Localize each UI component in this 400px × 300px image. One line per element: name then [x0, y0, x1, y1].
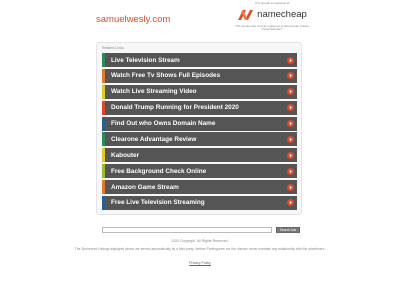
- related-links-title: Related Links: [102, 46, 124, 50]
- disclaimer-text: The Sponsored Listings displayed above a…: [74, 247, 326, 251]
- copyright-text: 2020 Copyright. All Rights Reserved.: [171, 239, 229, 243]
- related-link-label: Watch Free Tv Shows Full Episodes: [111, 72, 221, 80]
- search-button[interactable]: Search Ads: [276, 227, 300, 233]
- link-accent-bar: [102, 53, 105, 67]
- related-link-item[interactable]: Watch Live Streaming Video: [102, 84, 297, 99]
- related-link-item[interactable]: Amazon Game Stream: [102, 180, 297, 194]
- related-link-label: Find Out who Owns Domain Name: [111, 120, 216, 127]
- arrow-right-icon: [287, 135, 294, 143]
- link-accent-bar: [102, 68, 105, 83]
- registrar-note: This domain is registered at: [254, 1, 290, 5]
- arrow-right-icon: [287, 88, 294, 96]
- related-link-label: Amazon Game Stream: [111, 183, 179, 191]
- arrow-right-icon: [287, 104, 294, 112]
- arrow-right-icon: [287, 151, 294, 159]
- related-link-item[interactable]: Clearone Advantage Review: [102, 132, 297, 147]
- related-link-label: Clearone Advantage Review: [111, 135, 197, 143]
- related-link-label: Free Live Television Streaming: [111, 199, 205, 207]
- related-link-label: Watch Live Streaming Video: [111, 88, 197, 96]
- registrar-logo[interactable]: namecheap: [232, 7, 312, 23]
- arrow-right-icon: [287, 72, 294, 80]
- link-accent-bar: [102, 84, 105, 99]
- arrow-right-icon: [287, 199, 294, 207]
- registrar-description: This domain was recently registered at N…: [235, 23, 309, 31]
- related-link-item[interactable]: Live Television Stream: [102, 53, 297, 67]
- link-accent-bar: [102, 180, 105, 194]
- related-link-label: Kabouter: [111, 151, 140, 159]
- search-bar: Search Ads: [102, 227, 300, 233]
- arrow-right-icon: [287, 120, 294, 127]
- registrar-box: This domain is registered at namecheap T…: [232, 1, 312, 32]
- arrow-right-icon: [287, 56, 294, 64]
- link-accent-bar: [102, 195, 105, 210]
- privacy-policy-link[interactable]: Privacy Policy: [0, 261, 400, 265]
- namecheap-logo-icon: [238, 9, 254, 20]
- related-link-item[interactable]: Watch Free Tv Shows Full Episodes: [102, 68, 297, 83]
- related-link-item[interactable]: Free Background Check Online: [102, 164, 297, 179]
- related-link-label: Free Background Check Online: [111, 167, 207, 175]
- domain-title: samuelwesly.com: [96, 14, 171, 25]
- related-link-item[interactable]: Donald Trump Running for President 2020: [102, 100, 297, 115]
- arrow-right-icon: [287, 183, 294, 191]
- link-accent-bar: [102, 148, 105, 163]
- link-accent-bar: [102, 116, 105, 131]
- arrow-right-icon: [287, 167, 294, 175]
- link-accent-bar: [102, 164, 105, 179]
- link-accent-bar: [102, 132, 105, 147]
- related-link-label: Live Television Stream: [111, 56, 180, 64]
- related-links-panel: Related Links Live Television Stream Watc…: [96, 42, 302, 215]
- related-links-list: Live Television Stream Watch Free Tv Show…: [102, 53, 297, 212]
- related-link-item[interactable]: Free Live Television Streaming: [102, 195, 297, 210]
- related-link-item[interactable]: Kabouter: [102, 148, 297, 163]
- related-link-item[interactable]: Find Out who Owns Domain Name: [102, 116, 297, 131]
- registrar-brand: namecheap: [257, 9, 307, 20]
- search-input[interactable]: [102, 227, 272, 233]
- link-accent-bar: [102, 100, 105, 115]
- related-link-label: Donald Trump Running for President 2020: [111, 104, 239, 112]
